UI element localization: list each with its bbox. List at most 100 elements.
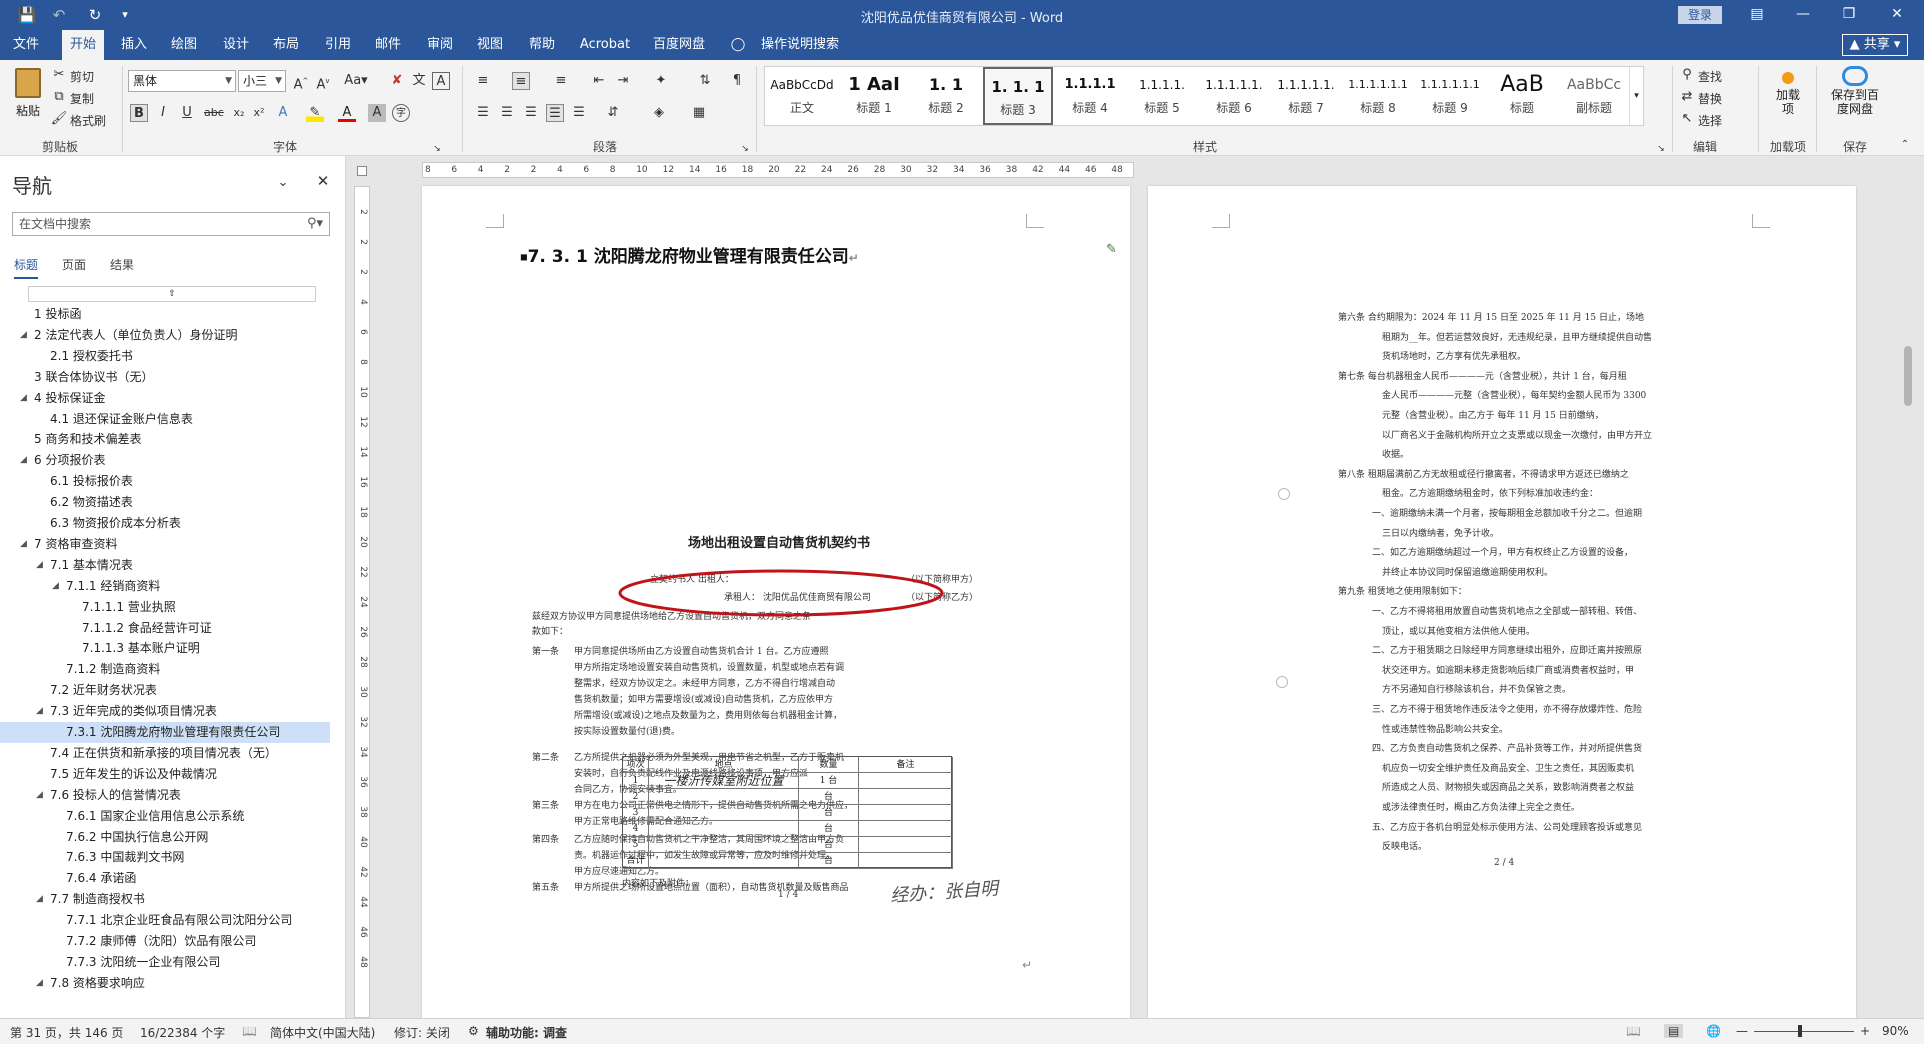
nav-heading-item[interactable]: 7.7.2 康师傅（沈阳）饮品有限公司 — [0, 931, 330, 952]
grow-font-icon[interactable]: A^ — [292, 72, 310, 92]
show-marks-icon[interactable]: ¶ — [728, 72, 746, 90]
nav-heading-item[interactable]: 7.1.1.1 营业执照 — [0, 597, 330, 618]
font-family-select[interactable]: 黑体 ▼ — [128, 70, 236, 92]
nav-heading-item[interactable]: ◢ 7.6 投标人的信誉情况表 — [0, 785, 330, 806]
expand-arrow-icon[interactable]: ◢ — [36, 701, 43, 722]
chinese-layout-icon[interactable]: ✦ — [652, 72, 670, 90]
zoom-in-icon[interactable]: + — [1860, 1024, 1870, 1038]
underline-icon[interactable]: U — [178, 104, 196, 122]
expand-arrow-icon[interactable]: ◢ — [36, 555, 43, 576]
accessibility-status[interactable]: 辅助功能: 调查 — [486, 1024, 567, 1041]
tab-acrobat[interactable]: Acrobat — [574, 30, 636, 60]
nav-heading-item[interactable]: 5 商务和技术偏差表 — [0, 429, 330, 450]
char-border-icon[interactable]: A — [432, 72, 450, 90]
tab-layout[interactable]: 布局 — [266, 30, 306, 60]
justify-icon[interactable]: ☰ — [546, 104, 564, 122]
strikethrough-icon[interactable]: abc — [204, 104, 224, 122]
nav-heading-item[interactable]: 7.5 近年发生的诉讼及仲裁情况 — [0, 764, 330, 785]
nav-heading-item[interactable]: 7.3.1 沈阳腾龙府物业管理有限责任公司 — [0, 722, 330, 743]
phonetic-guide-icon[interactable]: 文 — [410, 72, 428, 90]
paragraph-dialog-launcher-icon[interactable]: ↘ — [736, 140, 754, 158]
minimize-icon[interactable]: — — [1780, 0, 1826, 30]
tab-review[interactable]: 审阅 — [420, 30, 460, 60]
save-to-baidu-button[interactable]: 保存到百度网盘 — [1820, 66, 1890, 116]
bullets-icon[interactable]: ≡ — [474, 72, 492, 90]
style-heading-7[interactable]: 1.1.1.1.1. 标题 7 — [1271, 67, 1341, 125]
font-dialog-launcher-icon[interactable]: ↘ — [428, 140, 446, 158]
tab-file[interactable]: 文件 — [6, 30, 46, 60]
zoom-slider[interactable] — [1754, 1031, 1854, 1032]
expand-arrow-icon[interactable]: ◢ — [20, 325, 27, 346]
shading-icon[interactable]: ◈ — [650, 104, 668, 122]
select-button[interactable]: 选择 — [1698, 112, 1722, 129]
paste-button[interactable]: 粘贴 — [10, 68, 46, 128]
proofing-icon[interactable]: 📖 — [242, 1024, 257, 1038]
style-subtitle[interactable]: AaBbCc 副标题 — [1559, 67, 1629, 125]
nav-heading-item[interactable]: ◢ 7.1 基本情况表 — [0, 555, 330, 576]
horizontal-ruler[interactable]: 8 6 4 2 2 4 6 8 10 12 14 16 18 20 22 24 26 28 30 32 34 36 38 42… — [422, 162, 1134, 178]
tab-design[interactable]: 设计 — [216, 30, 256, 60]
nav-heading-item[interactable]: 2.1 授权委托书 — [0, 346, 330, 367]
bold-icon[interactable]: B — [130, 104, 148, 122]
style-heading-2[interactable]: 1. 1 标题 2 — [911, 67, 981, 125]
multilevel-list-icon[interactable]: ≡ — [552, 72, 570, 90]
nav-heading-item[interactable]: ◢ 4 投标保证金 — [0, 388, 330, 409]
nav-heading-item[interactable]: 7.6.1 国家企业信用信息公示系统 — [0, 806, 330, 827]
ribbon-display-icon[interactable]: ▤ — [1734, 0, 1780, 30]
nav-tab-pages[interactable]: 页面 — [62, 256, 86, 273]
align-right-icon[interactable]: ☰ — [522, 104, 540, 122]
vertical-ruler[interactable]: 2 2 2 4 6 8 10 12 14 16 18 20 22 24 26 28 30 32 34 36 38 40 42… — [354, 186, 370, 1018]
nav-heading-item[interactable]: 6.1 投标报价表 — [0, 471, 330, 492]
document-page-2[interactable]: 第六条 合约期限为：2024 年 11 月 15 日至 2025 年 11 月 … — [1148, 186, 1856, 1018]
format-painter-button[interactable]: 格式刷 — [70, 112, 106, 129]
cut-button[interactable]: 剪切 — [70, 68, 94, 85]
share-button[interactable]: ▲ 共享 ▾ — [1842, 34, 1908, 56]
highlight-icon[interactable]: ✎ — [306, 104, 324, 122]
nav-heading-item[interactable]: ◢ 7.8 资格要求响应 — [0, 973, 330, 994]
enclose-char-icon[interactable]: 字 — [392, 104, 410, 122]
nav-heading-item[interactable]: 6.2 物资描述表 — [0, 492, 330, 513]
close-window-icon[interactable]: ✕ — [1874, 0, 1920, 30]
find-button[interactable]: 查找 — [1698, 68, 1722, 85]
style-heading-4[interactable]: 1.1.1.1 标题 4 — [1055, 67, 1125, 125]
expand-arrow-icon[interactable]: ◢ — [20, 450, 27, 471]
nav-heading-item[interactable]: 1 投标函 — [0, 304, 330, 325]
nav-heading-item[interactable]: ◢ 7.7 制造商授权书 — [0, 889, 330, 910]
tell-me-search[interactable]: 操作说明搜索 — [754, 30, 846, 60]
track-changes[interactable]: 修订: 关闭 — [394, 1024, 450, 1041]
nav-heading-item[interactable]: 4.1 退还保证金账户信息表 — [0, 409, 330, 430]
numbering-icon[interactable]: ≡ — [512, 72, 530, 90]
nav-heading-item[interactable]: ◢ 7.1.1 经销商资料 — [0, 576, 330, 597]
nav-heading-item[interactable]: 7.1.1.3 基本账户证明 — [0, 638, 330, 659]
style-heading-6[interactable]: 1.1.1.1.1. 标题 6 — [1199, 67, 1269, 125]
expand-arrow-icon[interactable]: ◢ — [20, 534, 27, 555]
comment-icon[interactable]: ✎ — [1106, 242, 1117, 257]
close-icon[interactable]: ✕ — [314, 172, 332, 190]
tab-selector[interactable] — [357, 166, 367, 176]
print-layout-icon[interactable]: ▤ — [1664, 1024, 1684, 1038]
nav-heading-item[interactable]: 7.1.2 制造商资料 — [0, 659, 330, 680]
borders-icon[interactable]: ▦ — [690, 104, 708, 122]
sort-icon[interactable]: ⇅ — [696, 72, 714, 90]
font-size-select[interactable]: 小三 ▼ — [238, 70, 286, 92]
tab-view[interactable]: 视图 — [470, 30, 510, 60]
increase-indent-icon[interactable]: ⇥ — [614, 72, 632, 90]
nav-heading-item[interactable]: ◢ 7.3 近年完成的类似项目情况表 — [0, 701, 330, 722]
decrease-indent-icon[interactable]: ⇤ — [590, 72, 608, 90]
vertical-scrollbar[interactable] — [1898, 186, 1918, 1018]
char-shading-icon[interactable]: A — [368, 104, 386, 122]
nav-heading-item[interactable]: 7.6.4 承诺函 — [0, 868, 330, 889]
tab-draw[interactable]: 绘图 — [164, 30, 204, 60]
nav-heading-item[interactable]: 7.6.3 中国裁判文书网 — [0, 847, 330, 868]
nav-tab-results[interactable]: 结果 — [110, 256, 134, 273]
change-case-button[interactable]: Aa▾ — [342, 72, 370, 90]
heading-3[interactable]: ■7. 3. 1 沈阳腾龙府物业管理有限责任公司↵ — [520, 242, 859, 267]
nav-heading-item[interactable]: ◢ 6 分项报价表 — [0, 450, 330, 471]
text-effects-icon[interactable]: A — [274, 104, 292, 122]
expand-arrow-icon[interactable]: ◢ — [52, 576, 59, 597]
style-heading-9[interactable]: 1.1.1.1.1.1 标题 9 — [1415, 67, 1485, 125]
align-left-icon[interactable]: ☰ — [474, 104, 492, 122]
zoom-slider-thumb[interactable] — [1798, 1025, 1802, 1037]
style-heading-8[interactable]: 1.1.1.1.1.1 标题 8 — [1343, 67, 1413, 125]
expand-arrow-icon[interactable]: ◢ — [36, 889, 43, 910]
